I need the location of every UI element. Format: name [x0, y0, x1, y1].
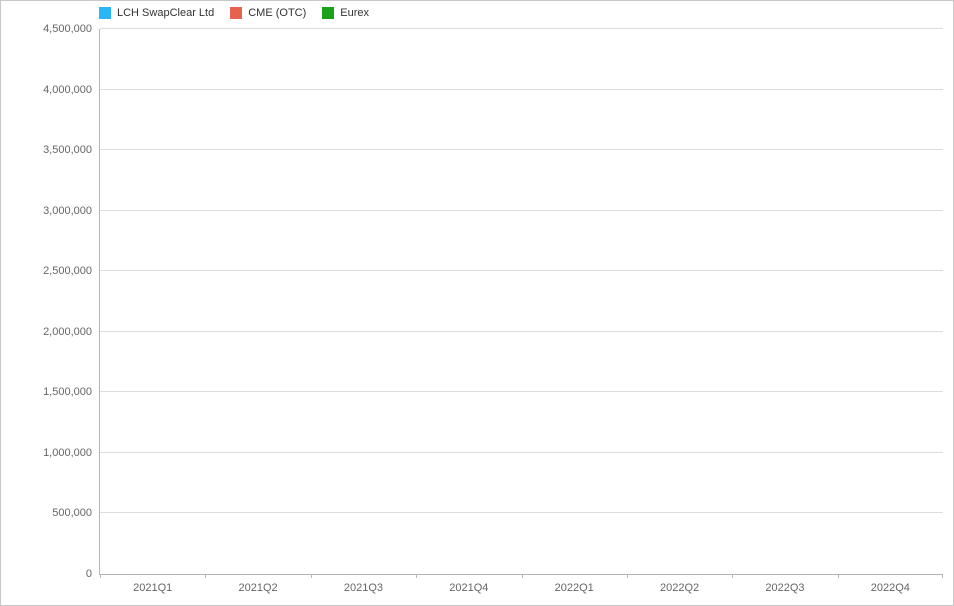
grid-line: [100, 512, 943, 513]
legend-swatch: [322, 7, 334, 19]
legend-swatch: [230, 7, 242, 19]
legend-label: CME (OTC): [248, 7, 306, 19]
y-tick-label: 4,000,000: [43, 84, 100, 96]
category: 2021Q4: [416, 29, 521, 574]
legend-item[interactable]: CME (OTC): [230, 7, 306, 19]
legend: LCH SwapClear Ltd CME (OTC) Eurex: [99, 7, 369, 19]
legend-label: LCH SwapClear Ltd: [117, 7, 214, 19]
plot-area: 2021Q12021Q22021Q32021Q42022Q12022Q22022…: [99, 29, 943, 575]
grid-line: [100, 331, 943, 332]
category: 2021Q3: [311, 29, 416, 574]
grid-line: [100, 391, 943, 392]
category: 2021Q1: [100, 29, 205, 574]
y-tick-label: 3,000,000: [43, 205, 100, 217]
x-tick-label: 2022Q1: [522, 574, 627, 594]
y-tick-label: 4,500,000: [43, 23, 100, 35]
x-tick-label: 2021Q1: [100, 574, 205, 594]
x-tick-label: 2021Q3: [311, 574, 416, 594]
category: 2022Q3: [732, 29, 837, 574]
grid-line: [100, 210, 943, 211]
x-tick-label: 2022Q2: [627, 574, 732, 594]
category: 2022Q2: [627, 29, 732, 574]
x-tick-label: 2022Q4: [838, 574, 943, 594]
category: 2022Q1: [522, 29, 627, 574]
legend-item[interactable]: LCH SwapClear Ltd: [99, 7, 214, 19]
chart-frame: LCH SwapClear LtdCME (OTC)Eurex 2021Q120…: [0, 0, 954, 606]
grid-line: [100, 89, 943, 90]
y-tick-label: 1,000,000: [43, 447, 100, 459]
grid-line: [100, 149, 943, 150]
category: 2022Q4: [838, 29, 943, 574]
x-tick-label: 2021Q4: [416, 574, 521, 594]
legend-label: Eurex: [340, 7, 369, 19]
grid-line: [100, 28, 943, 29]
y-tick-label: 2,500,000: [43, 265, 100, 277]
y-tick-label: 2,000,000: [43, 326, 100, 338]
y-tick-label: 500,000: [52, 507, 100, 519]
y-tick-label: 1,500,000: [43, 386, 100, 398]
bars-container: 2021Q12021Q22021Q32021Q42022Q12022Q22022…: [100, 29, 943, 574]
x-tick-label: 2022Q3: [732, 574, 837, 594]
grid-line: [100, 452, 943, 453]
legend-item[interactable]: Eurex: [322, 7, 369, 19]
category: 2021Q2: [205, 29, 310, 574]
y-tick-label: 0: [86, 568, 100, 580]
legend-swatch: [99, 7, 111, 19]
grid-line: [100, 270, 943, 271]
x-tick-label: 2021Q2: [205, 574, 310, 594]
y-tick-label: 3,500,000: [43, 144, 100, 156]
